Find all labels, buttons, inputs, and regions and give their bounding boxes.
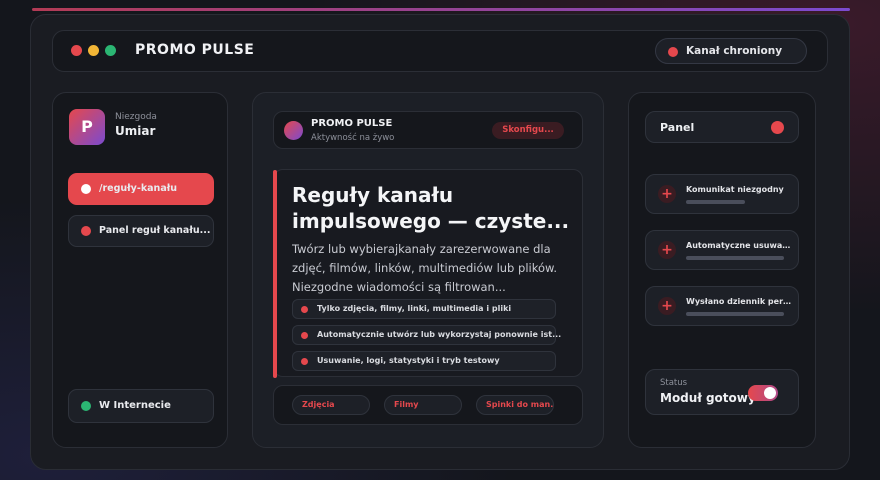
panel-title: Panel — [660, 121, 695, 134]
user-subtitle: Niezgoda — [115, 112, 157, 122]
feature-item: Automatycznie utwórz lub wykorzystaj pon… — [292, 325, 561, 345]
bot-logo-icon — [284, 121, 303, 140]
bullet-icon — [301, 358, 308, 365]
panel-header[interactable]: Panel — [645, 111, 799, 143]
app-title: PROMO PULSE — [135, 42, 255, 58]
minimize-window-dot[interactable] — [88, 45, 99, 56]
panel-item-auto-delete[interactable]: + Automatyczne usuwanie — [645, 230, 799, 270]
status-key: Status — [660, 378, 688, 388]
close-window-dot[interactable] — [71, 45, 82, 56]
configure-button[interactable]: Skonfigu... — [492, 122, 564, 139]
bullet-icon — [301, 306, 308, 313]
status-value: Moduł gotowy — [660, 391, 756, 405]
feature-label: Tylko zdjęcia, filmy, linki, multimedia … — [317, 304, 512, 313]
panel-item-mismatch-message[interactable]: + Komunikat niezgodny — [645, 174, 799, 214]
sidebar: P Niezgoda Umiar /reguły-kanału Panel re… — [52, 92, 228, 448]
dot-icon — [81, 184, 91, 194]
maximize-window-dot[interactable] — [105, 45, 116, 56]
shield-status-icon — [668, 47, 678, 57]
plus-icon: + — [658, 297, 676, 315]
plus-icon: + — [658, 185, 676, 203]
dot-icon — [81, 226, 91, 236]
chip-clips[interactable]: Spinki do man... — [476, 395, 554, 415]
progress-line — [686, 256, 784, 260]
channel-status-pill[interactable]: Kanał chroniony — [655, 38, 807, 64]
card-accent-bar — [273, 170, 277, 378]
feature-item: Usuwanie, logi, statystyki i tryb testow… — [292, 351, 556, 371]
avatar[interactable]: P — [69, 109, 105, 145]
bot-activity: Aktywność na żywo — [311, 133, 395, 143]
progress-line — [686, 312, 784, 316]
status-dot-icon — [771, 121, 784, 134]
right-panel: Panel + Komunikat niezgodny + Automatycz… — [628, 92, 816, 448]
bot-header: PROMO PULSE Aktywność na żywo Skonfigu..… — [273, 111, 583, 149]
card-description: Twórz lub wybierajkanały zarezerwowane d… — [292, 242, 557, 294]
plus-icon: + — [658, 241, 676, 259]
title-bar: PROMO PULSE Kanał chroniony — [52, 30, 828, 72]
sidebar-item-label: /reguły-kanału — [99, 183, 178, 194]
panel-item-label: Automatyczne usuwanie — [686, 241, 794, 250]
feature-item: Tylko zdjęcia, filmy, linki, multimedia … — [292, 299, 556, 319]
bullet-icon — [301, 332, 308, 339]
progress-line — [686, 200, 745, 204]
online-status[interactable]: W Internecie — [68, 389, 214, 423]
chip-videos[interactable]: Filmy — [384, 395, 462, 415]
module-toggle[interactable] — [748, 385, 778, 401]
channel-status-label: Kanał chroniony — [686, 45, 783, 57]
top-accent-line — [32, 8, 850, 11]
module-status: Status Moduł gotowy — [645, 369, 799, 415]
panel-item-label: Wysłano dziennik pers... — [686, 297, 794, 306]
chip-photos[interactable]: Zdjęcia — [292, 395, 370, 415]
bot-name: PROMO PULSE — [311, 118, 393, 129]
panel-item-log-sent[interactable]: + Wysłano dziennik pers... — [645, 286, 799, 326]
toggle-knob — [764, 387, 776, 399]
sidebar-item-rules-panel[interactable]: Panel reguł kanału... — [68, 215, 214, 247]
feature-label: Automatycznie utwórz lub wykorzystaj pon… — [317, 330, 562, 339]
feature-label: Usuwanie, logi, statystyki i tryb testow… — [317, 356, 500, 365]
online-status-label: W Internecie — [99, 400, 171, 411]
media-type-chips: Zdjęcia Filmy Spinki do man... — [273, 385, 583, 425]
rules-card: Reguły kanału impulsowego — czyste... Tw… — [273, 169, 583, 378]
main-content: PROMO PULSE Aktywność na żywo Skonfigu..… — [252, 92, 604, 448]
online-dot-icon — [81, 401, 91, 411]
user-name: Umiar — [115, 124, 156, 138]
card-title: Reguły kanału impulsowego — czyste... — [292, 183, 570, 233]
sidebar-item-channel-rules[interactable]: /reguły-kanału — [68, 173, 214, 205]
sidebar-item-label: Panel reguł kanału... — [99, 225, 211, 236]
panel-item-label: Komunikat niezgodny — [686, 185, 784, 194]
